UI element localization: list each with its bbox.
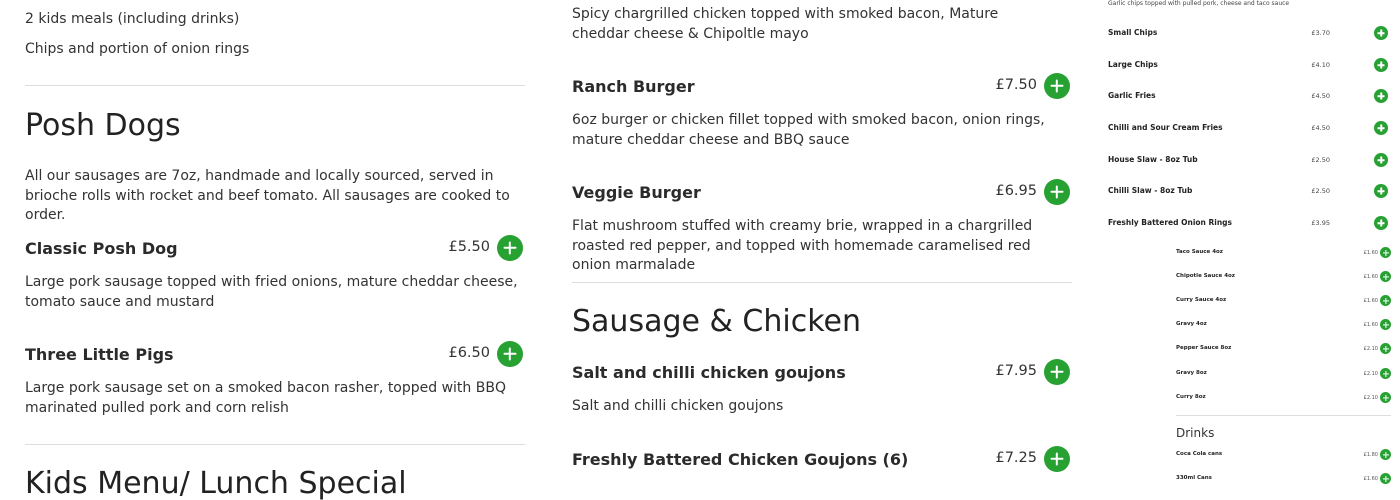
section-divider	[25, 444, 525, 445]
add-to-order-button[interactable]	[1374, 153, 1388, 167]
item-description: Salt and chilli chicken goujons	[572, 398, 784, 414]
side-item-name: Large Chips	[1108, 60, 1158, 69]
section-heading-kids-menu: Kids Menu/ Lunch Special	[25, 466, 407, 500]
side-item-name: Taco Sauce 4oz	[1176, 249, 1224, 255]
side-item-price: £1.80	[1363, 452, 1378, 458]
side-item-price: £1.60	[1363, 476, 1378, 482]
side-item-price: £4.50	[1311, 92, 1330, 100]
side-item-name: Freshly Battered Onion Rings	[1108, 218, 1233, 227]
add-to-order-button[interactable]	[1044, 446, 1070, 472]
side-item-price: £1.60	[1363, 274, 1378, 280]
add-to-order-button[interactable]	[1374, 58, 1388, 72]
add-to-order-button[interactable]	[497, 235, 523, 261]
side-item-name: House Slaw - 8oz Tub	[1108, 155, 1198, 164]
add-to-order-button[interactable]	[1374, 121, 1388, 135]
kids-meal-line: 2 kids meals (including drinks)	[25, 11, 240, 27]
side-item-price: £2.10	[1363, 395, 1378, 401]
section-divider	[25, 85, 525, 86]
item-price: £5.50	[448, 239, 490, 255]
add-to-order-button[interactable]	[1374, 89, 1388, 103]
item-description: 6oz burger or chicken fillet topped with…	[572, 112, 1045, 148]
side-item-name: Chilli and Sour Cream Fries	[1108, 123, 1223, 132]
section-intro: All our sausages are 7oz, handmade and l…	[25, 168, 510, 223]
add-to-order-button[interactable]	[1380, 271, 1391, 282]
side-item-price: £3.95	[1311, 219, 1330, 227]
side-item-price: £4.50	[1311, 124, 1330, 132]
item-description: Large pork sausage topped with fried oni…	[25, 274, 518, 310]
side-item-name: Pepper Sauce 8oz	[1176, 345, 1232, 351]
item-description: Garlic chips topped with pulled pork, ch…	[1108, 0, 1290, 7]
side-item-price: £1.60	[1363, 298, 1378, 304]
side-item-price: £4.10	[1311, 61, 1330, 69]
side-item-name: Curry 8oz	[1176, 394, 1206, 400]
item-description: Flat mushroom stuffed with creamy brie, …	[572, 218, 1033, 273]
item-name: Salt and chilli chicken goujons	[572, 363, 846, 382]
add-to-order-button[interactable]	[1374, 216, 1388, 230]
side-item-price: £3.70	[1311, 29, 1330, 37]
side-item-price: £2.10	[1363, 346, 1378, 352]
section-divider	[1176, 415, 1391, 416]
side-item-name: 330ml Cans	[1176, 475, 1212, 481]
add-to-order-button[interactable]	[1374, 184, 1388, 198]
side-item-price: £2.10	[1363, 371, 1378, 377]
side-item-name: Gravy 4oz	[1176, 321, 1207, 327]
add-to-order-button[interactable]	[1380, 295, 1391, 306]
side-item-price: £1.60	[1363, 322, 1378, 328]
add-to-order-button[interactable]	[1380, 473, 1391, 484]
side-item-name: Coca Cola cans	[1176, 451, 1223, 457]
add-to-order-button[interactable]	[1380, 449, 1391, 460]
section-divider	[572, 282, 1072, 283]
side-item-name: Small Chips	[1108, 28, 1158, 37]
side-item-name: Chipotle Sauce 4oz	[1176, 273, 1236, 279]
item-price: £7.50	[995, 77, 1037, 93]
add-to-order-button[interactable]	[1044, 73, 1070, 99]
add-to-order-button[interactable]	[1380, 392, 1391, 403]
add-to-order-button[interactable]	[497, 341, 523, 367]
section-heading-posh-dogs: Posh Dogs	[25, 108, 181, 143]
add-to-order-button[interactable]	[1380, 343, 1391, 354]
add-to-order-button[interactable]	[1374, 26, 1388, 40]
side-item-price: £2.50	[1311, 156, 1330, 164]
kids-meal-line: Chips and portion of onion rings	[25, 41, 250, 57]
item-price: £7.95	[995, 363, 1037, 379]
section-heading-sausage-chicken: Sausage & Chicken	[572, 304, 861, 339]
item-name: Freshly Battered Chicken Goujons (6)	[572, 450, 909, 469]
add-to-order-button[interactable]	[1044, 359, 1070, 385]
side-item-price: £1.60	[1363, 250, 1378, 256]
item-description: Spicy chargrilled chicken topped with sm…	[572, 6, 999, 42]
side-item-price: £2.50	[1311, 187, 1330, 195]
item-price: £6.50	[448, 345, 490, 361]
item-name: Three Little Pigs	[25, 345, 174, 364]
item-name: Classic Posh Dog	[25, 239, 178, 258]
item-price: £7.25	[995, 450, 1037, 466]
section-heading-drinks: Drinks	[1176, 426, 1215, 440]
item-price: £6.95	[995, 183, 1037, 199]
side-item-name: Garlic Fries	[1108, 91, 1156, 100]
add-to-order-button[interactable]	[1380, 368, 1391, 379]
add-to-order-button[interactable]	[1380, 247, 1391, 258]
add-to-order-button[interactable]	[1044, 179, 1070, 205]
add-to-order-button[interactable]	[1380, 319, 1391, 330]
item-name: Ranch Burger	[572, 77, 695, 96]
item-name: Veggie Burger	[572, 183, 701, 202]
side-menu-panel: Garlic chips topped with pulled pork, ch…	[1100, 0, 1400, 500]
item-description: Large pork sausage set on a smoked bacon…	[25, 380, 506, 416]
side-item-name: Gravy 8oz	[1176, 370, 1207, 376]
side-item-name: Chilli Slaw - 8oz Tub	[1108, 186, 1193, 195]
side-item-name: Curry Sauce 4oz	[1176, 297, 1227, 303]
